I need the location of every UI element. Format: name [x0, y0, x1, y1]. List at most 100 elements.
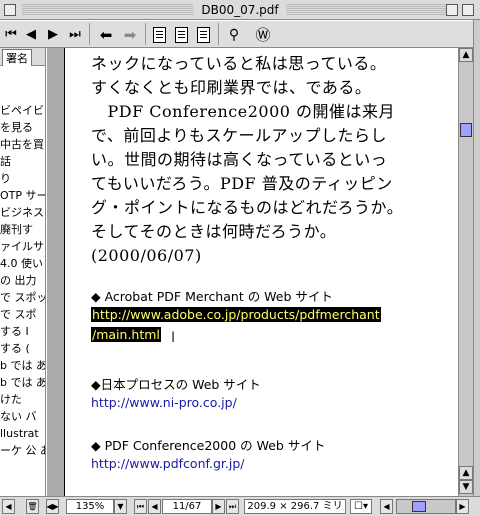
- bookmark-item[interactable]: を見る: [0, 119, 45, 136]
- bookmark-item[interactable]: 中古を買: [0, 136, 45, 153]
- last-page-status-button[interactable]: ⏭: [226, 499, 239, 514]
- resize-arrows-icon: ◀▶: [46, 502, 59, 511]
- scroll-down-button[interactable]: ▼: [459, 480, 473, 494]
- bookmark-item[interactable]: り: [0, 170, 45, 187]
- last-page-icon: ⏭: [69, 27, 81, 42]
- url-link[interactable]: http://www.pdfconf.gr.jp/: [91, 456, 245, 471]
- bookmark-item[interactable]: OTP サー: [0, 187, 45, 204]
- bookmark-item[interactable]: で スポ: [0, 306, 45, 323]
- bookmark-item[interactable]: [0, 68, 45, 85]
- go-back-button[interactable]: ⬅: [96, 24, 116, 45]
- bookmark-item[interactable]: ない バ: [0, 408, 45, 425]
- url-line: http://www.ni-pro.co.jp/: [91, 395, 237, 410]
- bookmark-item[interactable]: 4.0 使い: [0, 255, 45, 272]
- first-page-button[interactable]: ⏮: [2, 24, 20, 45]
- window-edge: [473, 20, 480, 516]
- body-text-line: すくなくとも印刷業界では、である。: [91, 78, 372, 97]
- bookmark-item[interactable]: の 出力: [0, 272, 45, 289]
- first-page-status-button[interactable]: ⏮: [134, 499, 147, 514]
- page-only-view-button[interactable]: [150, 24, 168, 45]
- page-size-readout: 209.9 × 296.7 ミリ: [244, 499, 346, 514]
- page-layout-button[interactable]: ☐▾: [350, 499, 372, 514]
- vertical-scrollbar[interactable]: ▲ ▲ ▼: [458, 48, 473, 496]
- document-page[interactable]: ネックになっていると私は思っている。 すくなくとも印刷業界では、である。 PDF …: [65, 48, 458, 496]
- body-text-line: グ・ポイントになるものはどれだろうか。: [91, 198, 404, 217]
- go-forward-button[interactable]: ➡: [120, 24, 140, 45]
- bookmark-item[interactable]: ビペイビ: [0, 102, 45, 119]
- bookmark-item[interactable]: [0, 85, 45, 102]
- prev-page-icon: ◀: [151, 502, 158, 511]
- bookmark-item[interactable]: で スポッ: [0, 289, 45, 306]
- body-text-line: で、前回よりもスケールアップしたらし: [91, 126, 388, 145]
- collapse-box[interactable]: [462, 4, 474, 16]
- bookmark-item[interactable]: ーケ 公 あ: [0, 442, 45, 459]
- body-text-line: ネックになっていると私は思っている。: [91, 54, 387, 73]
- right-arrow-icon: ▶: [459, 502, 466, 511]
- page-number-field[interactable]: 11/67: [162, 499, 212, 514]
- window-title: DB00_07.pdf: [193, 2, 287, 18]
- bookmark-item[interactable]: ビジネス: [0, 204, 45, 221]
- close-box[interactable]: [4, 4, 16, 16]
- section-heading: ◆ PDF Conference2000 の Web サイト: [91, 438, 326, 453]
- bookmark-item[interactable]: 話: [0, 153, 45, 170]
- prev-page-button[interactable]: ◀: [22, 24, 40, 45]
- body-text-line: (2000/06/07): [91, 246, 202, 265]
- trash-button[interactable]: 🗑: [26, 499, 39, 514]
- find-button[interactable]: ⚲: [224, 24, 244, 45]
- body-text-line: てもいいだろう。PDF 普及のティッピン: [91, 174, 393, 193]
- thumbnail-page-icon: [196, 26, 210, 43]
- zoom-box[interactable]: [446, 4, 458, 16]
- horizontal-scrollbar[interactable]: [396, 499, 456, 514]
- horizontal-scroll-thumb[interactable]: [412, 501, 426, 512]
- title-bar[interactable]: DB00_07.pdf: [0, 0, 480, 20]
- bookmark-item[interactable]: する I: [0, 323, 45, 340]
- url-line: http://www.pdfconf.gr.jp/: [91, 456, 245, 471]
- toolbar-divider: [218, 23, 219, 45]
- section-heading: ◆ Acrobat PDF Merchant の Web サイト: [91, 289, 333, 304]
- hscroll-right-button[interactable]: ▶: [456, 499, 469, 514]
- bookmark-item[interactable]: b では あ: [0, 374, 45, 391]
- bookmark-item[interactable]: ァイルサ: [0, 238, 45, 255]
- page-icon: [152, 26, 166, 43]
- up-arrow-icon: ▲: [462, 468, 470, 478]
- bookmark-list: ビペイビ を見る 中古を買話り OTP サー ビジネス 廃刊す ァイルサ 4.0 使いの 出力…: [0, 68, 45, 459]
- up-arrow-icon: ▲: [462, 50, 470, 60]
- bookmark-item[interactable]: する (: [0, 340, 45, 357]
- next-page-icon: ▶: [215, 502, 222, 511]
- zoom-field[interactable]: 135%: [66, 499, 114, 514]
- pane-left-button[interactable]: ◀: [2, 499, 15, 514]
- text-cursor-icon: I: [171, 330, 176, 346]
- url-link[interactable]: http://www.adobe.co.jp/products/pdfmerch…: [91, 307, 381, 322]
- next-page-button[interactable]: ▶: [44, 24, 62, 45]
- url-line: http://www.adobe.co.jp/products/pdfmerch…: [91, 307, 381, 322]
- last-page-icon: ⏭: [228, 501, 237, 511]
- bookmark-item[interactable]: llustrat: [0, 425, 45, 442]
- url-link[interactable]: http://www.ni-pro.co.jp/: [91, 395, 237, 410]
- navigation-pane: 署名 ビペイビ を見る 中古を買話り OTP サー ビジネス 廃刊す ァイルサ 4.0 使いの…: [0, 48, 46, 496]
- thumbnails-view-button[interactable]: [194, 24, 212, 45]
- scroll-up-button-bottom[interactable]: ▲: [459, 466, 473, 480]
- body-text-line: PDF Conference2000 の開催は来月: [91, 102, 396, 121]
- section-heading: ◆日本プロセスの Web サイト: [91, 377, 261, 392]
- pane-resize-button[interactable]: ◀▶: [46, 499, 59, 514]
- next-page-icon: ▶: [48, 27, 58, 42]
- web-w-icon: Ⓦ: [255, 26, 271, 44]
- page-gutter: [47, 48, 65, 496]
- bookmark-page-icon: [174, 26, 188, 43]
- last-page-button[interactable]: ⏭: [66, 24, 84, 45]
- bookmarks-view-button[interactable]: [172, 24, 190, 45]
- page-layout-icon: ☐▾: [354, 501, 368, 512]
- binoculars-icon: ⚲: [228, 26, 240, 43]
- scroll-up-button[interactable]: ▲: [459, 48, 473, 62]
- bookmark-item[interactable]: b では あ: [0, 357, 45, 374]
- web-link-button[interactable]: Ⓦ: [252, 24, 274, 45]
- bookmark-item[interactable]: けた: [0, 391, 45, 408]
- hscroll-left-button[interactable]: ◀: [380, 499, 393, 514]
- zoom-menu-button[interactable]: ▼: [114, 499, 127, 514]
- bookmark-item[interactable]: 廃刊す: [0, 221, 45, 238]
- next-page-status-button[interactable]: ▶: [212, 499, 225, 514]
- url-link[interactable]: /main.html: [91, 327, 161, 342]
- prev-page-status-button[interactable]: ◀: [148, 499, 161, 514]
- signatures-tab[interactable]: 署名: [0, 48, 45, 66]
- vertical-scroll-thumb[interactable]: [460, 123, 472, 137]
